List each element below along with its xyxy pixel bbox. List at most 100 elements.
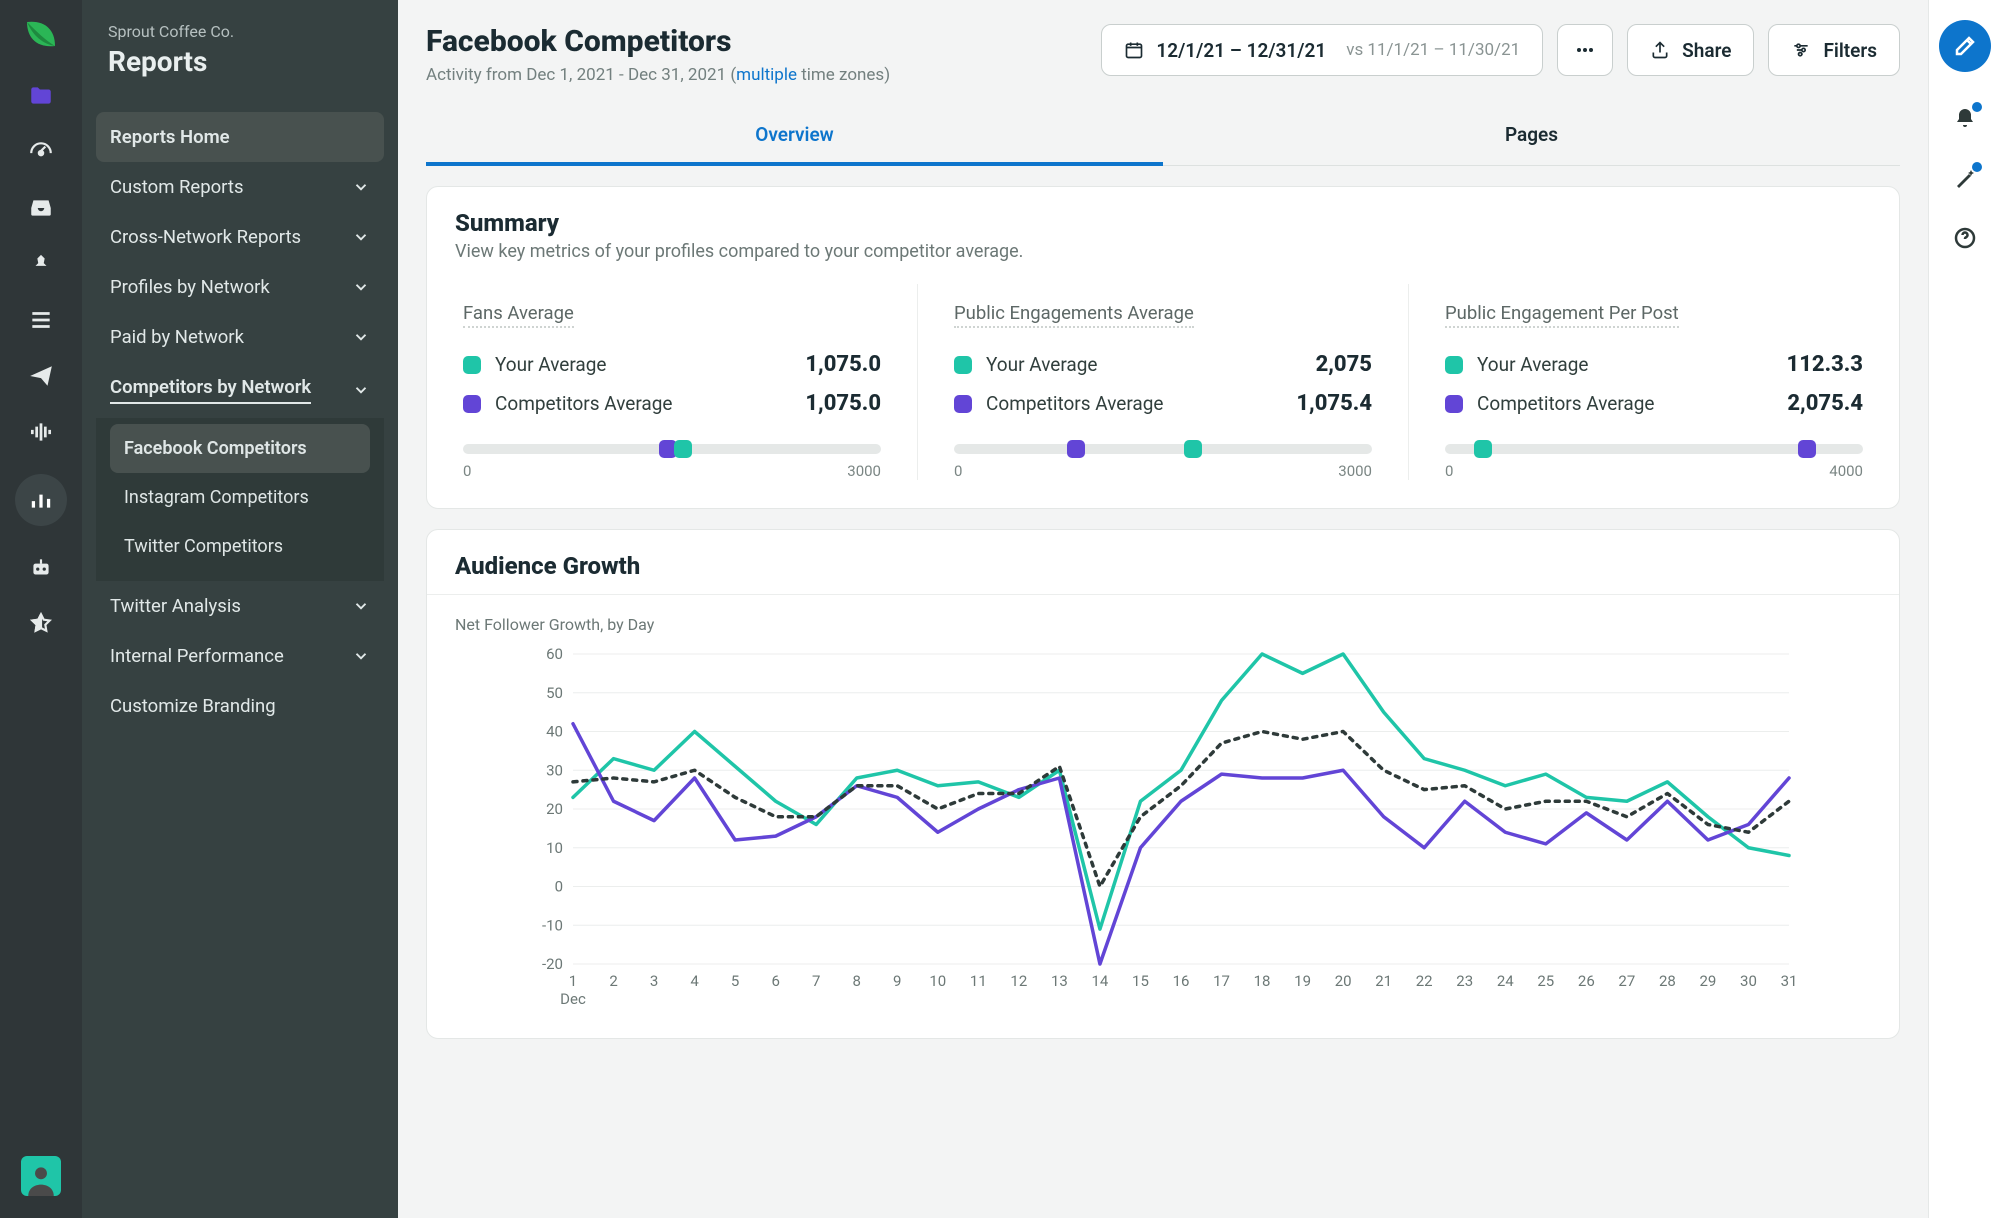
svg-text:5: 5 bbox=[731, 972, 739, 990]
timezone-link[interactable]: multiple bbox=[736, 65, 797, 85]
page-title: Facebook Competitors bbox=[426, 24, 890, 59]
svg-text:9: 9 bbox=[893, 972, 901, 990]
svg-text:50: 50 bbox=[546, 684, 563, 702]
svg-text:12: 12 bbox=[1010, 972, 1027, 990]
svg-text:6: 6 bbox=[771, 972, 779, 990]
swatch-teal-icon bbox=[463, 356, 481, 374]
nav-item-profiles-by-network[interactable]: Profiles by Network bbox=[96, 262, 384, 312]
half-star-icon[interactable] bbox=[27, 610, 55, 638]
svg-text:30: 30 bbox=[546, 761, 563, 779]
svg-text:15: 15 bbox=[1132, 972, 1149, 990]
svg-text:-20: -20 bbox=[542, 955, 563, 973]
summary-card: Summary View key metrics of your profile… bbox=[426, 186, 1900, 509]
section-title: Reports bbox=[108, 45, 372, 78]
swatch-teal-icon bbox=[954, 356, 972, 374]
pin-icon[interactable] bbox=[27, 250, 55, 278]
svg-text:18: 18 bbox=[1254, 972, 1271, 990]
app-iconbar bbox=[0, 0, 82, 1218]
svg-text:10: 10 bbox=[546, 839, 563, 857]
chart-title: Audience Growth bbox=[427, 530, 1899, 595]
help-icon[interactable] bbox=[1951, 224, 1979, 252]
range-marker bbox=[1798, 440, 1816, 458]
metric-fans-average: Fans AverageYour Average1,075.0Competito… bbox=[427, 284, 917, 480]
svg-text:27: 27 bbox=[1618, 972, 1635, 990]
svg-text:24: 24 bbox=[1497, 972, 1514, 990]
nav-subitem-instagram-competitors[interactable]: Instagram Competitors bbox=[110, 473, 370, 522]
robot-icon[interactable] bbox=[27, 554, 55, 582]
metric-range: 03000 bbox=[463, 444, 881, 480]
audience-growth-card: Audience Growth Net Follower Growth, by … bbox=[426, 529, 1900, 1039]
svg-text:40: 40 bbox=[546, 723, 563, 741]
svg-text:20: 20 bbox=[1335, 972, 1352, 990]
swatch-purple-icon bbox=[954, 395, 972, 413]
summary-subtitle: View key metrics of your profiles compar… bbox=[455, 241, 1871, 262]
svg-text:20: 20 bbox=[546, 800, 563, 818]
date-range-button[interactable]: 12/1/21 – 12/31/21 vs 11/1/21 – 11/30/21 bbox=[1101, 24, 1543, 76]
svg-text:3: 3 bbox=[650, 972, 658, 990]
swatch-teal-icon bbox=[1445, 356, 1463, 374]
svg-text:22: 22 bbox=[1416, 972, 1433, 990]
swatch-purple-icon bbox=[1445, 395, 1463, 413]
metric-public-engagements-average: Public Engagements AverageYour Average2,… bbox=[917, 284, 1408, 480]
share-icon bbox=[1650, 40, 1670, 60]
svg-text:28: 28 bbox=[1659, 972, 1676, 990]
nav-subitem-twitter-competitors[interactable]: Twitter Competitors bbox=[110, 522, 370, 571]
svg-text:4: 4 bbox=[690, 972, 699, 990]
wand-icon[interactable] bbox=[1951, 164, 1979, 192]
line-chart: -20-100102030405060123456789101112131415… bbox=[455, 644, 1863, 1014]
svg-text:11: 11 bbox=[970, 972, 987, 990]
right-rail bbox=[1928, 0, 2000, 1218]
range-marker bbox=[1067, 440, 1085, 458]
nav-item-paid-by-network[interactable]: Paid by Network bbox=[96, 312, 384, 362]
nav-item-competitors-by-network[interactable]: Competitors by Network bbox=[96, 362, 384, 418]
more-button[interactable] bbox=[1557, 24, 1613, 76]
svg-text:29: 29 bbox=[1699, 972, 1716, 990]
svg-text:10: 10 bbox=[929, 972, 946, 990]
svg-text:13: 13 bbox=[1051, 972, 1068, 990]
tab-pages[interactable]: Pages bbox=[1163, 107, 1900, 165]
tab-overview[interactable]: Overview bbox=[426, 107, 1163, 166]
user-avatar[interactable] bbox=[21, 1156, 61, 1196]
main-content: Facebook Competitors Activity from Dec 1… bbox=[398, 0, 1928, 1218]
svg-text:26: 26 bbox=[1578, 972, 1595, 990]
nav-item-internal-performance[interactable]: Internal Performance bbox=[96, 631, 384, 681]
svg-text:-10: -10 bbox=[542, 916, 563, 934]
svg-text:31: 31 bbox=[1781, 972, 1798, 990]
gauge-icon[interactable] bbox=[27, 138, 55, 166]
metric-range: 04000 bbox=[1445, 444, 1863, 480]
nav-item-customize-branding[interactable]: Customize Branding bbox=[96, 681, 384, 731]
svg-text:60: 60 bbox=[546, 645, 563, 663]
svg-text:16: 16 bbox=[1173, 972, 1190, 990]
audio-icon[interactable] bbox=[27, 418, 55, 446]
bar-chart-icon[interactable] bbox=[15, 474, 67, 526]
range-marker bbox=[1184, 440, 1202, 458]
svg-text:19: 19 bbox=[1294, 972, 1311, 990]
nav-item-cross-network-reports[interactable]: Cross-Network Reports bbox=[96, 212, 384, 262]
nav-reports-home[interactable]: Reports Home bbox=[96, 112, 384, 162]
metric-public-engagement-per-post: Public Engagement Per PostYour Average11… bbox=[1408, 284, 1899, 480]
bell-icon[interactable] bbox=[1951, 104, 1979, 132]
compose-button[interactable] bbox=[1939, 20, 1991, 72]
svg-text:1: 1 bbox=[569, 972, 577, 990]
paper-plane-icon[interactable] bbox=[27, 362, 55, 390]
company-name: Sprout Coffee Co. bbox=[108, 22, 372, 41]
svg-text:8: 8 bbox=[853, 972, 861, 990]
nav-item-twitter-analysis[interactable]: Twitter Analysis bbox=[96, 581, 384, 631]
swatch-purple-icon bbox=[463, 395, 481, 413]
filters-icon bbox=[1791, 40, 1811, 60]
svg-text:17: 17 bbox=[1213, 972, 1230, 990]
list-icon[interactable] bbox=[27, 306, 55, 334]
svg-text:2: 2 bbox=[609, 972, 617, 990]
calendar-icon bbox=[1124, 40, 1144, 60]
nav-subitem-facebook-competitors[interactable]: Facebook Competitors bbox=[110, 424, 370, 473]
chart-subtitle: Net Follower Growth, by Day bbox=[455, 615, 1863, 634]
range-marker bbox=[1474, 440, 1492, 458]
svg-text:21: 21 bbox=[1375, 972, 1392, 990]
share-button[interactable]: Share bbox=[1627, 24, 1754, 76]
reports-sidenav: Sprout Coffee Co. Reports Reports HomeCu… bbox=[82, 0, 398, 1218]
inbox-icon[interactable] bbox=[27, 194, 55, 222]
filters-button[interactable]: Filters bbox=[1768, 24, 1900, 76]
svg-text:Dec: Dec bbox=[560, 990, 586, 1008]
folder-icon[interactable] bbox=[27, 82, 55, 110]
nav-item-custom-reports[interactable]: Custom Reports bbox=[96, 162, 384, 212]
